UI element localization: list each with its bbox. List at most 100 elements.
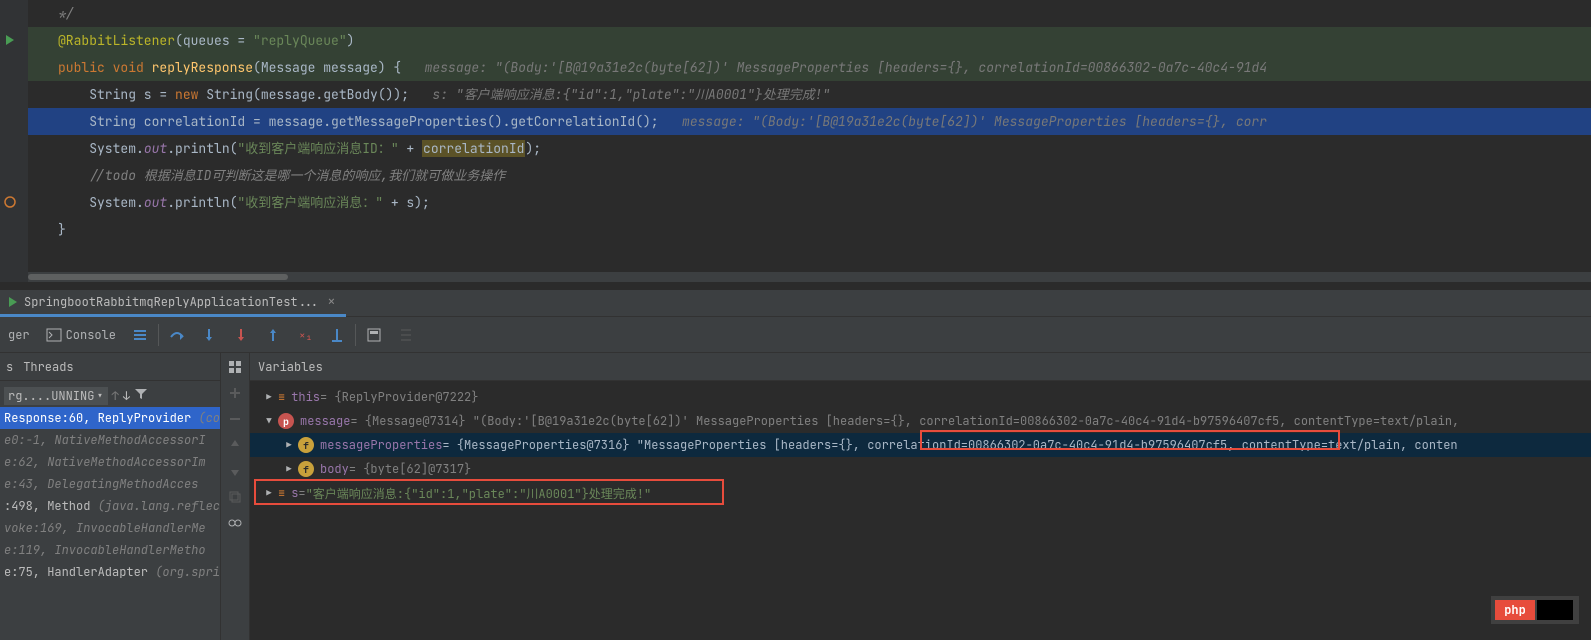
inline-hint: message: "(Body:'[B@19a31e2c(byte[62])' … [425, 59, 1267, 76]
close-icon[interactable]: × [327, 293, 335, 311]
debugger-tab[interactable]: ger [0, 317, 38, 353]
gutter [0, 0, 20, 282]
thread-label: rg....UNNING [8, 388, 94, 404]
evaluate-btn[interactable] [358, 317, 390, 353]
code-text: + [399, 140, 422, 157]
expand-icon[interactable]: ▶ [262, 390, 276, 404]
glasses-icon[interactable] [227, 515, 243, 531]
variables-tree[interactable]: ▶ ≡ this = {ReplyProvider@7222} ▼ p mess… [250, 381, 1591, 509]
var-row-body[interactable]: ▶ f body = {byte[62]@7317} [250, 457, 1591, 481]
var-name: body [320, 461, 349, 477]
step-over-btn[interactable] [161, 317, 193, 353]
debug-config-tab[interactable]: SpringbootRabbitmqReplyApplicationTest..… [0, 290, 346, 317]
var-name: this [291, 389, 320, 405]
inline-hint: message: "(Body:'[B@19a31e2c(byte[62])' … [682, 113, 1267, 130]
variables-panel: Variables ▶ ≡ this = {ReplyProvider@7222… [250, 353, 1591, 640]
var-row-message[interactable]: ▼ p message = {Message@7314} "(Body:'[B@… [250, 409, 1591, 433]
stack-frame-row[interactable]: e:75, HandlerAdapter (org.spri [0, 561, 220, 583]
var-row-messageProperties[interactable]: ▶ f messageProperties = {MessageProperti… [250, 433, 1591, 457]
annotation: @RabbitListener [58, 32, 175, 49]
prev-frame-btn[interactable]: ↑ [112, 388, 119, 404]
debug-toolbar: ger Console ×₁ [0, 317, 1591, 353]
string: "收到客户端响应消息ID：" [237, 140, 398, 157]
force-step-into-btn[interactable] [225, 317, 257, 353]
code-editor[interactable]: */ @RabbitListener(queues = "replyQueue"… [0, 0, 1591, 282]
brace: } [58, 221, 66, 238]
trace-icon [398, 327, 414, 343]
threads-tab[interactable]: Threads [23, 359, 73, 375]
code-area[interactable]: */ @RabbitListener(queues = "replyQueue"… [28, 0, 1591, 243]
stack-frame-row[interactable]: e:43, DelegatingMethodAcces [0, 473, 220, 495]
drop-frame-btn[interactable]: ×₁ [289, 317, 321, 353]
run-to-cursor-icon [329, 327, 345, 343]
method-args: (Message message) { [253, 59, 425, 76]
code-text: System. [89, 140, 144, 157]
var-name: s [291, 485, 298, 501]
trace-btn[interactable] [390, 317, 422, 353]
watermark-box [1537, 600, 1573, 620]
var-name: message [300, 413, 350, 429]
stack-frame-row[interactable]: voke:169, InvocableHandlerMe [0, 517, 220, 539]
watermark-label: php [1495, 600, 1535, 620]
var-row-this[interactable]: ▶ ≡ this = {ReplyProvider@7222} [250, 385, 1591, 409]
equals-icon: ≡ [278, 485, 285, 501]
override-gutter-icon[interactable] [3, 195, 17, 209]
field-out: out [144, 194, 167, 211]
restore-layout-icon[interactable] [227, 359, 243, 375]
stack-frame-row[interactable]: :498, Method (java.lang.reflec [0, 495, 220, 517]
expand-icon[interactable]: ▶ [282, 438, 296, 452]
frames-list: rg....UNNING ▾ ↑ ↓ Response:60, ReplyPro… [0, 381, 220, 583]
stack-frame-row[interactable]: Response:60, ReplyProvider (co [0, 407, 220, 429]
new-watch-icon[interactable] [227, 385, 243, 401]
var-row-s[interactable]: ▶ ≡ s = "客户端响应消息:{"id":1,"plate":"川A0001… [250, 481, 1591, 505]
move-down-icon[interactable] [227, 463, 243, 479]
filter-frames-btn[interactable] [134, 387, 148, 405]
expand-icon[interactable]: ▶ [282, 462, 296, 476]
step-over-icon [169, 327, 185, 343]
var-value: = {MessageProperties@7316} "MessagePrope… [442, 437, 1457, 453]
code-text: String correlationId = message.getMessag… [89, 113, 682, 130]
step-into-btn[interactable] [193, 317, 225, 353]
equals-icon: ≡ [278, 389, 285, 405]
stack-frame-row[interactable]: e:62, NativeMethodAccessorIm [0, 451, 220, 473]
scrollbar-thumb[interactable] [28, 274, 288, 280]
param-badge-icon: p [278, 413, 294, 429]
run-gutter-icon[interactable] [3, 33, 17, 47]
separator [355, 324, 356, 346]
collapse-icon[interactable]: ▼ [262, 414, 276, 428]
step-out-icon [265, 327, 281, 343]
copy-icon[interactable] [227, 489, 243, 505]
field-out: out [144, 140, 167, 157]
thread-dropdown[interactable]: rg....UNNING ▾ [4, 387, 108, 405]
stack-frame-row[interactable]: e:119, InvocableHandlerMetho [0, 539, 220, 561]
expand-icon[interactable]: ▶ [262, 486, 276, 500]
code-text: .println( [167, 140, 237, 157]
debugger-tab-label: ger [8, 327, 30, 343]
frames-panel: s Threads rg....UNNING ▾ ↑ ↓ Response:60… [0, 353, 220, 640]
svg-text:×₁: ×₁ [299, 329, 312, 343]
run-to-cursor-btn[interactable] [321, 317, 353, 353]
debug-tab-row: SpringbootRabbitmqReplyApplicationTest..… [0, 290, 1591, 317]
step-out-btn[interactable] [257, 317, 289, 353]
field-badge-icon: f [298, 437, 314, 453]
variables-header: Variables [250, 353, 1591, 381]
console-tab[interactable]: Console [38, 317, 124, 353]
var-value: = {byte[62]@7317} [349, 461, 471, 477]
frames-panel-header: s Threads [0, 353, 220, 381]
next-frame-btn[interactable]: ↓ [123, 388, 130, 404]
stack-frame-row[interactable]: e0:-1, NativeMethodAccessorI [0, 429, 220, 451]
thread-selector-row: rg....UNNING ▾ ↑ ↓ [0, 385, 220, 407]
move-up-icon[interactable] [227, 437, 243, 453]
code-text: String(message.getBody()); [206, 86, 432, 103]
code-text: String s = [89, 86, 175, 103]
editor-scrollbar-horizontal[interactable] [28, 272, 1591, 282]
separator [158, 324, 159, 346]
threads-view-btn[interactable] [124, 317, 156, 353]
remove-watch-icon[interactable] [227, 411, 243, 427]
var-value-string: "客户端响应消息:{"id":1,"plate":"川A0001"}处理完成!" [306, 485, 652, 502]
code-text: ); [525, 140, 541, 157]
variables-label: Variables [258, 359, 323, 375]
funnel-icon [134, 387, 148, 401]
frames-tab[interactable]: s [6, 359, 13, 375]
todo-comment: //todo 根据消息ID可判断这是哪一个消息的响应,我们就可做业务操作 [89, 167, 505, 184]
